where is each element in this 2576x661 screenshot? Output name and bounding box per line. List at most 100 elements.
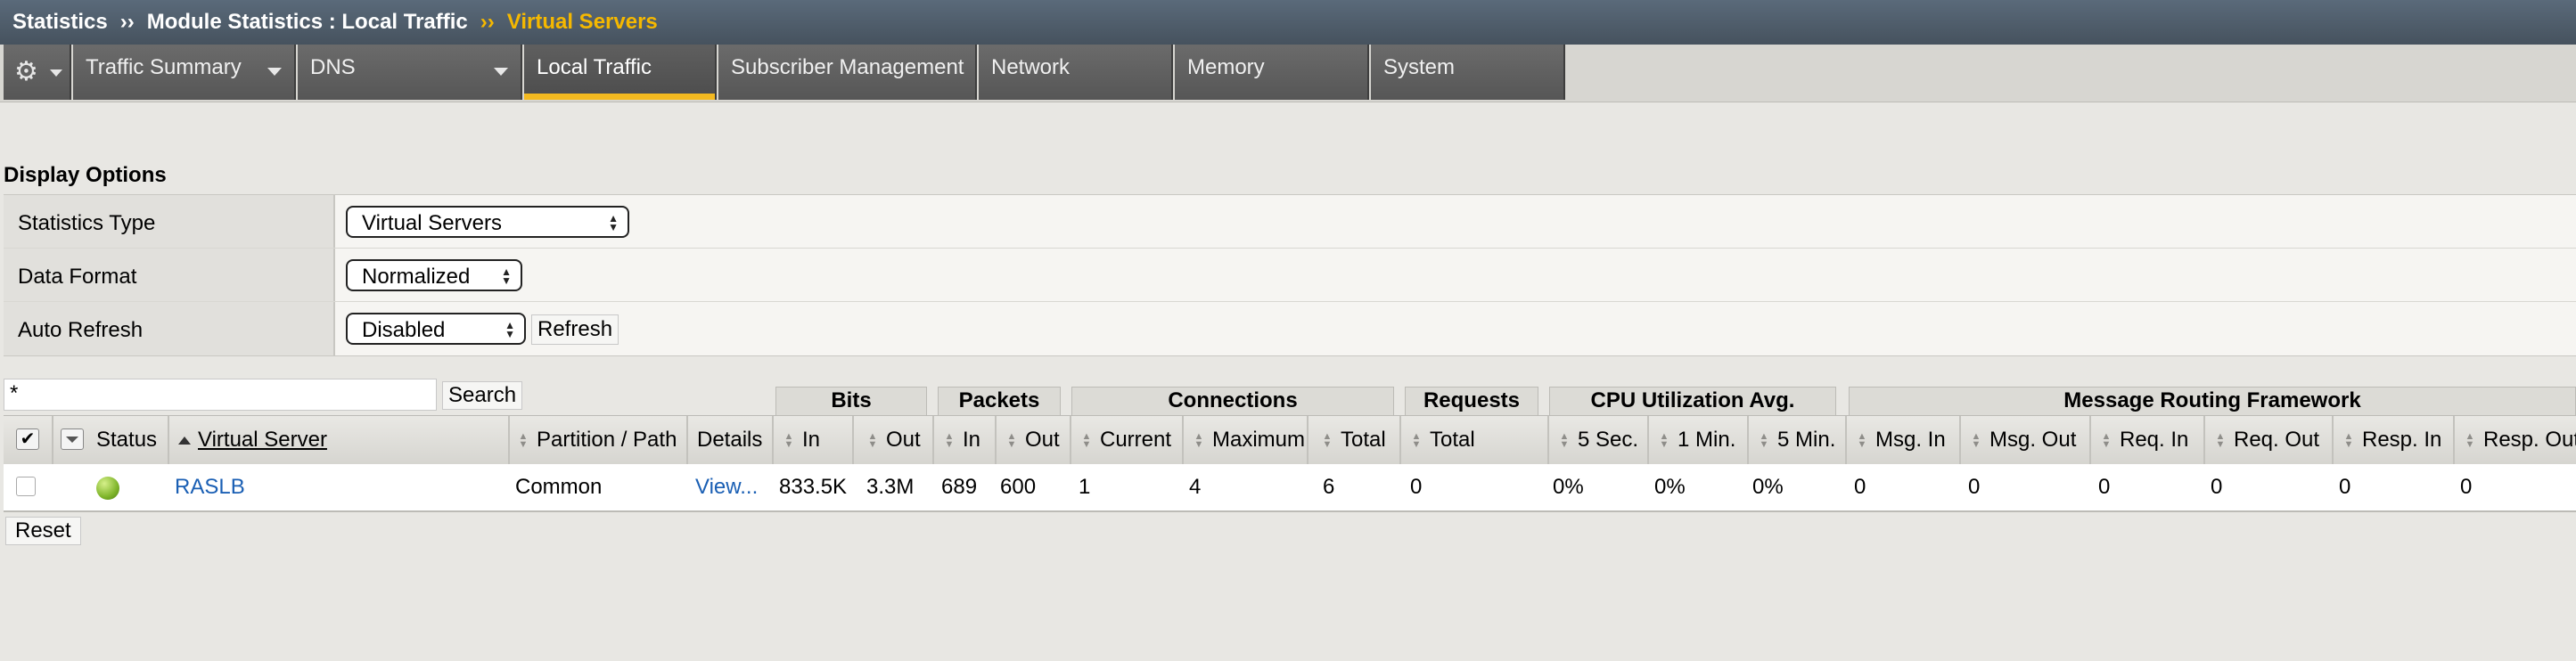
search-input[interactable]: *	[4, 379, 437, 411]
column-label: Total	[1341, 428, 1386, 452]
cell-resp-out: 0	[2460, 475, 2473, 499]
group-header-connections: Connections	[1071, 387, 1394, 415]
group-header-bits: Bits	[775, 387, 927, 415]
column-label: Out	[1025, 428, 1060, 452]
tab-traffic-summary[interactable]: Traffic Summary	[73, 45, 296, 100]
cell-msg-out: 0	[1968, 475, 1981, 499]
bulk-menu-cell	[53, 416, 94, 464]
column-connections-maximum[interactable]: ▲ ▼ Maximum	[1184, 416, 1309, 464]
breadcrumb-current: Virtual Servers	[506, 10, 658, 34]
details-link[interactable]: View...	[695, 464, 758, 510]
tab-bar: ⚙ Traffic Summary DNS Local Traffic Subs…	[0, 45, 2576, 102]
reset-button[interactable]: Reset	[5, 517, 81, 545]
sort-icon: ▲ ▼	[867, 430, 878, 450]
column-bits-in[interactable]: ▲ ▼ In	[774, 416, 854, 464]
column-cpu-5min[interactable]: ▲ ▼ 5 Min.	[1749, 416, 1847, 464]
sort-icon: ▲ ▼	[1411, 430, 1422, 450]
table-row: RASLB Common View... 833.5K 3.3M 689 600…	[4, 464, 2576, 512]
tab-label: Local Traffic	[537, 55, 652, 79]
column-details: Details	[688, 416, 774, 464]
breadcrumb: Statistics ›› Module Statistics : Local …	[0, 0, 2576, 45]
column-req-in[interactable]: ▲ ▼ Req. In	[2091, 416, 2205, 464]
column-cpu-1min[interactable]: ▲ ▼ 1 Min.	[1649, 416, 1749, 464]
cell-req-in: 0	[2098, 475, 2111, 499]
chevron-down-icon	[494, 68, 508, 76]
row-checkbox[interactable]	[16, 477, 36, 496]
cell-req-out: 0	[2211, 475, 2223, 499]
sort-icon: ▲ ▼	[2215, 430, 2226, 450]
refresh-button[interactable]: Refresh	[531, 314, 619, 345]
column-packets-out[interactable]: ▲ ▼ Out	[997, 416, 1071, 464]
tab-label: Subscriber Management	[731, 55, 964, 79]
column-partition[interactable]: ▲ ▼ Partition / Path	[510, 416, 688, 464]
tab-dns[interactable]: DNS	[298, 45, 522, 100]
settings-menu-button[interactable]: ⚙	[4, 45, 71, 100]
statistics-type-select[interactable]: Virtual Servers ▲ ▼	[346, 206, 629, 238]
tab-subscriber-management[interactable]: Subscriber Management	[718, 45, 977, 100]
bulk-actions-dropdown[interactable]	[61, 428, 84, 450]
auto-refresh-select[interactable]: Disabled ▲ ▼	[346, 313, 526, 345]
sort-icon: ▲ ▼	[944, 430, 955, 450]
statistics-type-label: Statistics Type	[4, 195, 335, 248]
column-connections-current[interactable]: ▲ ▼ Current	[1071, 416, 1184, 464]
tab-label: Memory	[1187, 55, 1265, 79]
select-arrows-icon: ▲ ▼	[501, 265, 512, 287]
data-format-select[interactable]: Normalized ▲ ▼	[346, 259, 522, 291]
tab-local-traffic[interactable]: Local Traffic	[524, 45, 717, 100]
auto-refresh-row: Auto Refresh Disabled ▲ ▼ Refresh	[4, 302, 2576, 355]
column-packets-in[interactable]: ▲ ▼ In	[934, 416, 997, 464]
column-req-out[interactable]: ▲ ▼ Req. Out	[2205, 416, 2334, 464]
breadcrumb-separator: ››	[119, 10, 135, 34]
cell-resp-in: 0	[2339, 475, 2351, 499]
sort-icon: ▲ ▼	[518, 430, 529, 450]
table-header: ✔ Status Virtual Server ▲ ▼ Partition / Pa…	[4, 415, 2576, 465]
group-header-requests: Requests	[1405, 387, 1538, 415]
column-bits-out[interactable]: ▲ ▼ Out	[854, 416, 934, 464]
tab-label: Network	[991, 55, 1071, 79]
breadcrumb-separator: ››	[480, 10, 495, 34]
group-header-cpu: CPU Utilization Avg.	[1549, 387, 1836, 415]
cell-bits-out: 3.3M	[866, 475, 915, 499]
column-label: Virtual Server	[198, 428, 327, 452]
virtual-server-link[interactable]: RASLB	[175, 464, 245, 510]
column-label: Req. Out	[2234, 428, 2320, 452]
column-label: In	[963, 428, 981, 452]
column-label: Status	[96, 428, 158, 452]
cell-requests-total: 0	[1410, 475, 1423, 499]
cell-msg-in: 0	[1854, 475, 1866, 499]
breadcrumb-parent[interactable]: Module Statistics : Local Traffic	[147, 10, 468, 35]
cell-cpu-5sec: 0%	[1553, 475, 1584, 499]
group-header-packets: Packets	[938, 387, 1061, 415]
column-label: Out	[886, 428, 921, 452]
column-resp-in[interactable]: ▲ ▼ Resp. In	[2334, 416, 2455, 464]
sort-icon: ▲ ▼	[783, 430, 794, 450]
search-button[interactable]: Search	[442, 381, 523, 410]
column-msg-out[interactable]: ▲ ▼ Msg. Out	[1961, 416, 2091, 464]
column-label: Current	[1100, 428, 1172, 452]
column-virtual-server[interactable]: Virtual Server	[169, 416, 510, 464]
select-value: Normalized	[362, 265, 471, 289]
cell-packets-in: 689	[941, 475, 978, 499]
cell-connections-maximum: 4	[1189, 475, 1202, 499]
tab-memory[interactable]: Memory	[1175, 45, 1369, 100]
tab-system[interactable]: System	[1371, 45, 1565, 100]
select-value: Virtual Servers	[362, 211, 502, 235]
column-msg-in[interactable]: ▲ ▼ Msg. In	[1847, 416, 1961, 464]
tab-network[interactable]: Network	[979, 45, 1173, 100]
column-resp-out[interactable]: ▲ ▼ Resp. Out	[2455, 416, 2576, 464]
column-cpu-5sec[interactable]: ▲ ▼ 5 Sec.	[1549, 416, 1649, 464]
sort-icon: ▲ ▼	[1194, 430, 1204, 450]
sort-icon: ▲ ▼	[2343, 430, 2354, 450]
select-value: Disabled	[362, 318, 446, 342]
column-connections-total[interactable]: ▲ ▼ Total	[1309, 416, 1401, 464]
sort-icon: ▲ ▼	[1322, 430, 1333, 450]
column-label: Total	[1430, 428, 1475, 452]
column-label: Partition / Path	[537, 428, 677, 452]
column-requests-total[interactable]: ▲ ▼ Total	[1401, 416, 1549, 464]
column-label: 1 Min.	[1678, 428, 1736, 452]
column-label: 5 Sec.	[1578, 428, 1639, 452]
column-status: Status	[93, 416, 169, 464]
breadcrumb-root[interactable]: Statistics	[12, 10, 108, 35]
statistics-type-cell: Virtual Servers ▲ ▼	[335, 195, 2576, 248]
select-all-checkbox[interactable]: ✔	[16, 428, 39, 450]
